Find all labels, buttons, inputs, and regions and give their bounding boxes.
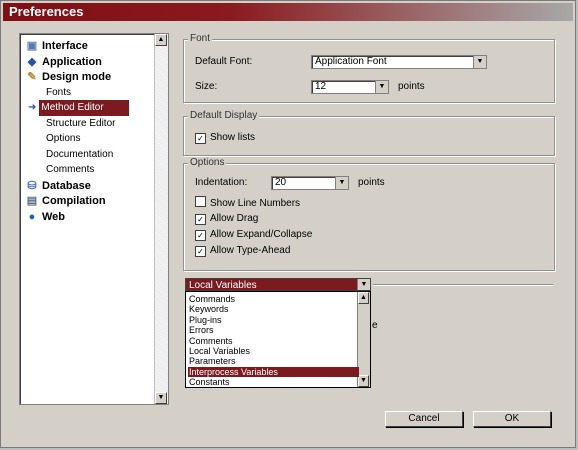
syntax-element-selected: Local Variables: [189, 280, 257, 291]
tree-item-design-mode[interactable]: ✎ Design mode: [26, 69, 111, 85]
checkbox-checked-icon[interactable]: ✓: [195, 246, 206, 257]
checkbox-checked-icon[interactable]: ✓: [195, 214, 206, 225]
checkbox-checked-icon[interactable]: ✓: [195, 230, 206, 241]
checkbox-label: Show Line Numbers: [210, 198, 301, 209]
tree-item-label: Comments: [46, 164, 95, 175]
compilation-icon: ▤: [26, 195, 38, 208]
size-unit-label: points: [398, 81, 425, 92]
dropdown-option[interactable]: Plug-ins: [188, 315, 359, 325]
default-font-value: Application Font: [315, 56, 387, 67]
checkbox-allow-drag[interactable]: ✓ Allow Drag: [195, 212, 258, 225]
dropdown-option[interactable]: Interprocess Variables: [188, 366, 359, 377]
indentation-unit-label: points: [358, 177, 385, 188]
checkbox-label: Allow Type-Ahead: [210, 245, 291, 256]
checkbox-label: Allow Drag: [210, 213, 259, 224]
design-mode-icon: ✎: [27, 71, 37, 84]
show-lists-checkbox[interactable]: ✓ Show lists: [195, 131, 255, 144]
tree-item-database[interactable]: ⛁ Database: [26, 178, 91, 194]
tree-item-method-editor[interactable]: ➜ Method Editor: [28, 100, 154, 116]
tree-item-label: Application: [42, 55, 102, 68]
database-icon: ⛁: [27, 179, 37, 192]
cancel-button[interactable]: Cancel: [385, 411, 463, 427]
scroll-down-arrow-icon[interactable]: ▼: [155, 392, 167, 404]
window-title: Preferences: [3, 3, 573, 21]
checkbox-show-line-numbers[interactable]: Show Line Numbers: [195, 196, 300, 210]
partial-hidden-label: e: [372, 320, 378, 331]
checkbox-label: Allow Expand/Collapse: [210, 229, 313, 240]
tree-item-structure-editor[interactable]: Structure Editor: [46, 116, 115, 132]
category-tree[interactable]: ▣ Interface ◆ Application ✎ Design mode Fonts ➜…: [19, 33, 169, 405]
interface-icon: ▣: [26, 40, 38, 53]
dropdown-option[interactable]: Constants: [188, 377, 359, 387]
indentation-label: Indentation:: [195, 177, 248, 188]
tree-item-label: Compilation: [42, 195, 106, 207]
tree-item-label: Options: [46, 133, 81, 144]
checkbox-checked-icon[interactable]: ✓: [195, 133, 206, 144]
tree-item-label: Method Editor: [39, 100, 129, 116]
size-label: Size:: [195, 81, 218, 92]
tree-item-fonts[interactable]: Fonts: [46, 85, 71, 101]
tree-item-label: Documentation: [46, 148, 114, 160]
scroll-down-arrow-icon[interactable]: ▼: [358, 375, 369, 387]
default-display-title: Default Display: [188, 110, 260, 121]
tree-item-web[interactable]: ● Web: [26, 209, 65, 225]
preferences-window: Preferences ▣ Interface ◆ Application ✎ Desig…: [0, 0, 576, 448]
tree-scrollbar[interactable]: ▲ ▼: [154, 34, 168, 404]
scroll-up-arrow-icon[interactable]: ▲: [358, 292, 369, 304]
options-group-title: Options: [188, 157, 227, 168]
tree-item-label: Interface: [42, 40, 88, 52]
tree-item-label: Database: [42, 179, 91, 192]
checkbox-allow-expand-collapse[interactable]: ✓ Allow Expand/Collapse: [195, 228, 312, 241]
default-font-label: Default Font:: [195, 56, 253, 67]
syntax-element-select[interactable]: Local Variables ▼: [185, 278, 371, 291]
chevron-down-icon[interactable]: ▼: [375, 81, 388, 93]
show-lists-label: Show lists: [210, 132, 256, 143]
checkbox-unchecked-icon[interactable]: [195, 196, 206, 207]
scroll-up-arrow-icon[interactable]: ▲: [155, 34, 167, 46]
chevron-down-icon[interactable]: ▼: [357, 279, 370, 290]
tree-item-comments[interactable]: Comments: [46, 162, 94, 178]
indentation-value: 20: [275, 177, 287, 188]
web-icon: ●: [28, 210, 36, 223]
tree-item-label: Structure Editor: [46, 117, 116, 129]
tree-item-label: Design mode: [42, 71, 112, 83]
default-font-select[interactable]: Application Font ▼: [311, 55, 487, 69]
dropdown-option[interactable]: Parameters: [188, 356, 359, 366]
dropdown-option[interactable]: Keywords: [188, 304, 359, 314]
dialog-body: ▣ Interface ◆ Application ✎ Design mode Fonts ➜…: [3, 22, 575, 446]
group-separator: [373, 284, 553, 285]
application-icon: ◆: [27, 55, 37, 68]
indentation-select[interactable]: 20 ▼: [271, 176, 349, 190]
dropdown-option[interactable]: Local Variables: [188, 346, 359, 356]
syntax-element-dropdown-list[interactable]: ▲ ▼ Commands Keywords Plug-ins Errors Commen…: [185, 291, 371, 388]
tree-item-label: Fonts: [46, 86, 72, 98]
selection-arrow-icon: ➜: [28, 102, 37, 113]
tree-item-interface[interactable]: ▣ Interface: [26, 38, 88, 54]
checkbox-allow-type-ahead[interactable]: ✓ Allow Type-Ahead: [195, 244, 290, 257]
dropdown-option[interactable]: Comments: [188, 336, 359, 346]
tree-list: ▣ Interface ◆ Application ✎ Design mode Fonts ➜…: [20, 34, 154, 404]
ok-button[interactable]: OK: [473, 411, 551, 427]
dropdown-option[interactable]: Commands: [188, 294, 359, 304]
tree-item-application[interactable]: ◆ Application: [26, 54, 102, 70]
tree-item-label: Web: [42, 210, 66, 223]
tree-item-compilation[interactable]: ▤ Compilation: [26, 193, 106, 209]
font-group-title: Font: [188, 33, 213, 44]
chevron-down-icon[interactable]: ▼: [473, 56, 486, 68]
tree-item-documentation[interactable]: Documentation: [46, 147, 113, 163]
font-size-value: 12: [315, 81, 327, 92]
chevron-down-icon[interactable]: ▼: [335, 177, 348, 189]
font-size-select[interactable]: 12 ▼: [311, 80, 389, 94]
tree-item-options[interactable]: Options: [46, 131, 80, 147]
dropdown-option[interactable]: Errors: [188, 325, 359, 335]
